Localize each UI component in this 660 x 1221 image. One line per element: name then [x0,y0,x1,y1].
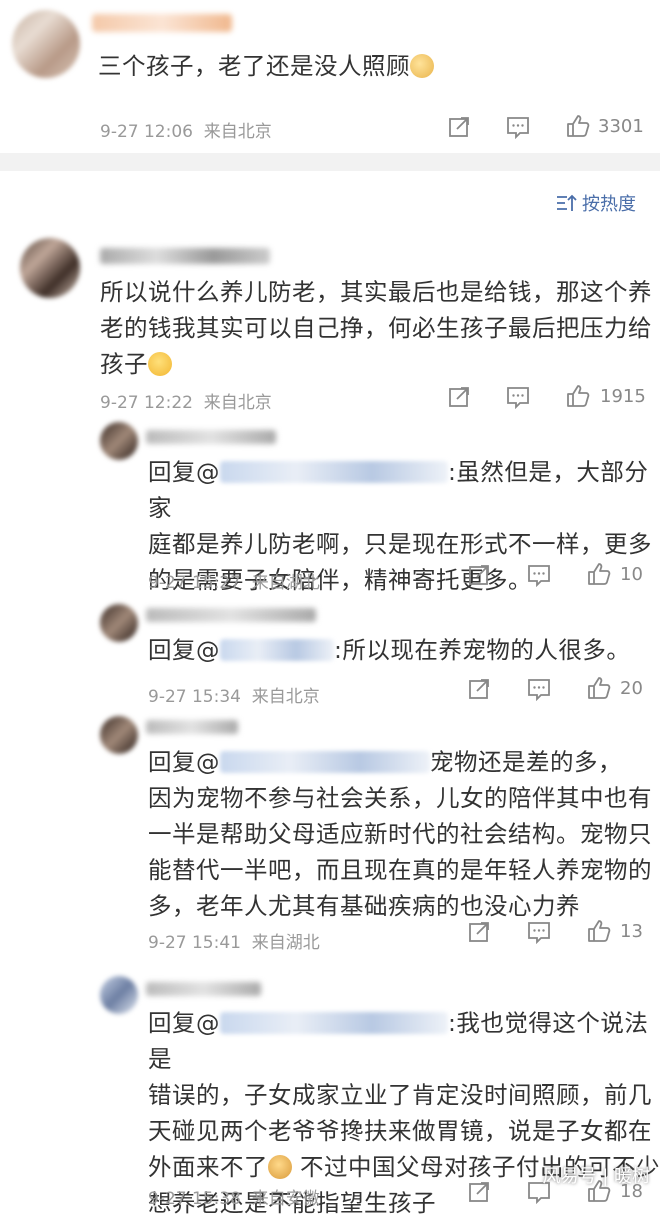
emoji-icon [268,1155,292,1179]
mention-link[interactable] [220,461,448,483]
comment-time: 9-27 12:06 来自北京 [100,122,272,142]
avatar[interactable] [12,10,80,78]
comment-time: 9-27 15:27 来自湖北 [148,573,320,593]
username[interactable] [146,430,276,444]
share-icon[interactable] [467,563,491,587]
share-icon[interactable] [467,920,491,944]
share-icon[interactable] [467,1180,491,1204]
watermark: 风易号 | 暖树 [542,1166,650,1187]
username[interactable] [100,248,270,264]
comment-time: 9-27 12:22 来自北京 [100,393,272,413]
avatar[interactable] [100,976,138,1014]
comment-text: 三个孩子，老了还是没人照顾 [98,48,434,84]
like-count: 3301 [598,116,644,137]
comment-icon[interactable] [526,563,552,587]
sort-icon [557,194,577,211]
mention-prefix: 回复@ [148,458,220,486]
like-count: 1915 [600,386,646,407]
dog-emoji-icon [410,54,434,78]
username[interactable] [146,720,238,734]
avatar[interactable] [100,422,138,460]
share-icon[interactable] [447,385,471,409]
laugh-emoji-icon [148,352,172,376]
comment-icon[interactable] [526,920,552,944]
like-count: 10 [620,564,643,585]
mention-link[interactable] [220,639,334,661]
section-divider [0,153,660,171]
comment-text: 所以说什么养儿防老，其实最后也是给钱，那这个养 老的钱我其实可以自己挣，何必生孩… [100,278,652,378]
like-count: 20 [620,678,643,699]
comment-icon[interactable] [505,385,531,409]
like-icon[interactable] [586,561,612,587]
comment-icon[interactable] [505,115,531,139]
share-icon[interactable] [467,677,491,701]
sort-button[interactable]: 按热度 [556,190,636,216]
like-icon[interactable] [586,918,612,944]
like-count: 13 [620,921,643,942]
like-icon[interactable] [565,113,591,139]
reply-text: 回复@ 宠物还是差的多， 因为宠物不参与社会关系，儿女的陪伴其中也有 一半是帮助父… [148,748,652,920]
username[interactable] [92,14,232,32]
username[interactable] [146,608,316,622]
avatar[interactable] [100,604,138,642]
mention-link[interactable] [220,1012,448,1034]
like-icon[interactable] [565,383,591,409]
reply-text: 回复@:所以现在养宠物的人很多。 [148,636,631,664]
share-icon[interactable] [447,115,471,139]
avatar[interactable] [20,238,80,298]
comment-time: 9-27 15:38 来自安徽 [148,1189,320,1209]
avatar[interactable] [100,716,138,754]
comment-icon[interactable] [526,677,552,701]
username[interactable] [146,982,261,996]
comment-time: 9-27 15:41 来自湖北 [148,933,320,953]
comment-time: 9-27 15:34 来自北京 [148,687,320,707]
like-icon[interactable] [586,675,612,701]
mention-link[interactable] [220,751,430,773]
